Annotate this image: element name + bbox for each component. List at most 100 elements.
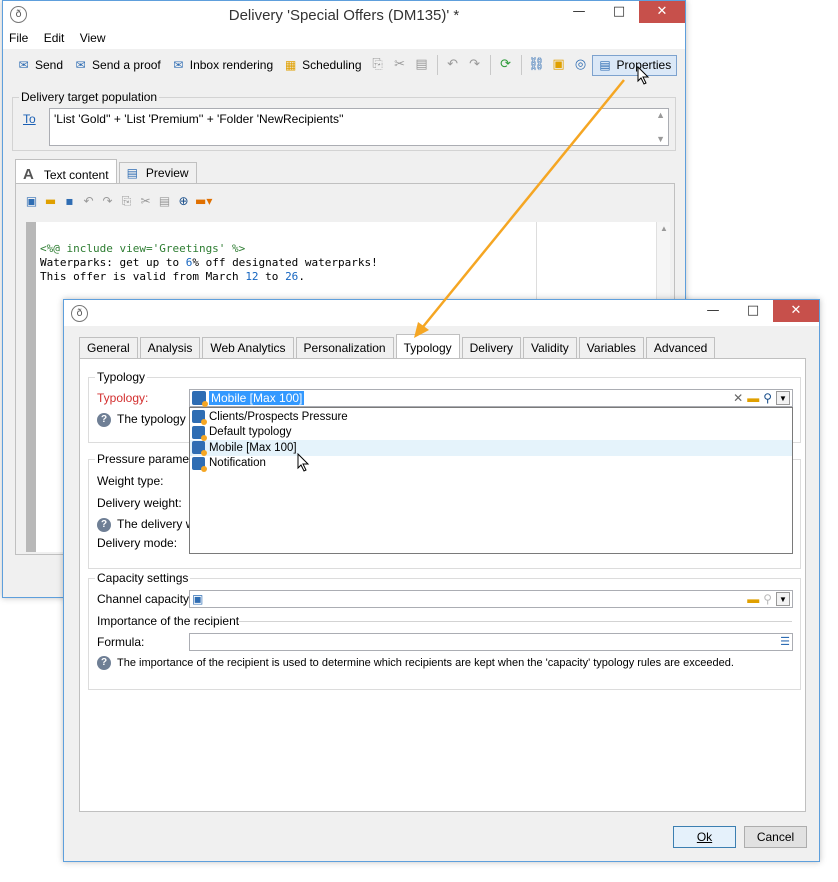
open-folder-icon[interactable]: ▬ <box>43 194 58 209</box>
paste-icon[interactable]: ▤ <box>411 54 433 76</box>
capacity-group: Capacity settings Channel capacity: ▣ ▬ … <box>88 571 801 690</box>
delivery-weight-label: Delivery weight: <box>97 496 182 510</box>
tracking-icon[interactable]: ◎ <box>570 54 592 76</box>
redo-icon[interactable]: ↷ <box>100 194 115 209</box>
copy-icon[interactable]: ⎘ <box>119 194 134 209</box>
maximize-icon[interactable]: □ <box>733 300 773 322</box>
chevron-down-icon[interactable]: ▼ <box>776 592 790 606</box>
typology-option[interactable]: Default typology <box>190 425 792 441</box>
tab-preview[interactable]: ▤ Preview <box>118 162 197 184</box>
help-icon: ? <box>97 655 111 670</box>
insert-dropdown-icon[interactable]: ▬▾ <box>195 194 212 209</box>
menu-edit[interactable]: Edit <box>38 29 71 47</box>
send-button[interactable]: ✉ Send <box>11 56 68 75</box>
editor-toolbar: ▣ ▬ ▪ ↶ ↷ ⎘ ✂ ▤ ⊕ ▬▾ <box>24 194 213 209</box>
target-value-field[interactable]: 'List 'Gold'' + 'List 'Premium'' + 'Fold… <box>49 108 669 146</box>
typology-option[interactable]: Mobile [Max 100] <box>190 440 792 457</box>
ok-button[interactable]: Ok <box>673 826 736 848</box>
link-icon[interactable]: ⛓ <box>526 54 548 76</box>
new-file-icon[interactable]: ▣ <box>24 194 39 209</box>
send-proof-label: Send a proof <box>92 58 161 72</box>
redo-icon[interactable]: ↷ <box>464 54 486 76</box>
copy-icon[interactable]: ⎘ <box>367 54 389 76</box>
toolbar-separator <box>489 55 491 75</box>
tab-text-content[interactable]: A Text content <box>15 159 117 185</box>
cut-icon[interactable]: ✂ <box>389 54 411 76</box>
properties-tabs: General Analysis Web Analytics Personali… <box>79 333 717 360</box>
refresh-icon[interactable]: ⟳ <box>495 54 517 76</box>
tab-text-content-label: Text content <box>43 168 109 182</box>
scroll-up-icon[interactable]: ▲ <box>660 224 668 233</box>
send-label: Send <box>35 58 64 72</box>
typology-icon <box>192 456 207 472</box>
typology-option[interactable]: Notification <box>190 456 792 472</box>
chevron-down-icon[interactable]: ▼ <box>776 391 790 405</box>
maximize-icon[interactable]: □ <box>599 1 639 23</box>
importance-help-text: The importance of the recipient is used … <box>117 657 734 669</box>
tab-personalization[interactable]: Personalization <box>295 337 394 359</box>
typology-field[interactable]: Mobile [Max 100] ✕ ▬ ⚲ ▼ <box>189 389 793 407</box>
find-binoculars-icon[interactable]: ⊕ <box>176 194 191 209</box>
save-icon[interactable]: ▪ <box>62 194 77 209</box>
typology-selected-value: Mobile [Max 100] <box>209 391 305 405</box>
minimize-icon[interactable]: — <box>559 1 599 23</box>
gift-icon[interactable]: ▣ <box>548 54 570 76</box>
scroll-down-icon[interactable]: ▼ <box>656 134 665 144</box>
cancel-button[interactable]: Cancel <box>744 826 807 848</box>
tab-general[interactable]: General <box>79 337 138 359</box>
menu-file[interactable]: File <box>3 29 34 47</box>
typology-option[interactable]: Clients/Prospects Pressure <box>190 409 792 426</box>
paste-icon[interactable]: ▤ <box>157 194 172 209</box>
properties-dialog: ð — □ ✕ General Analysis Web Analytics P… <box>63 299 820 862</box>
folder-icon[interactable]: ▬ <box>747 391 759 405</box>
title-bar: ð Delivery 'Special Offers (DM135)' * — … <box>3 1 685 29</box>
tab-typology[interactable]: Typology <box>395 334 460 360</box>
send-proof-button[interactable]: ✉ Send a proof <box>68 56 166 75</box>
capacity-icon: ▣ <box>192 592 204 606</box>
tab-web-analytics[interactable]: Web Analytics <box>202 337 294 359</box>
menu-view[interactable]: View <box>74 29 112 47</box>
scheduling-button[interactable]: ▦ Scheduling <box>278 56 366 75</box>
capacity-legend: Capacity settings <box>95 571 191 585</box>
content-tabs: A Text content ▤ Preview <box>15 158 199 185</box>
dialog-title-bar: ð — □ ✕ <box>64 300 819 326</box>
typology-icon <box>192 391 208 407</box>
typology-legend: Typology <box>95 370 148 384</box>
delivery-mode-label: Delivery mode: <box>97 536 178 550</box>
code-line-1: <%@ include view='Greetings' %> <box>40 242 246 255</box>
formula-field[interactable]: ☰ <box>189 633 793 651</box>
expression-editor-icon[interactable]: ☰ <box>780 635 790 648</box>
delivery-weight-help: ? The delivery we <box>97 517 201 532</box>
option-label: Default typology <box>209 426 292 439</box>
typology-dropdown-list[interactable]: Clients/Prospects Pressure Default typol… <box>189 407 793 554</box>
undo-icon[interactable]: ↶ <box>442 54 464 76</box>
option-label: Mobile [Max 100] <box>209 441 297 454</box>
inbox-rendering-button[interactable]: ✉ Inbox rendering <box>166 56 278 75</box>
search-icon[interactable]: ⚲ <box>763 592 772 606</box>
clear-icon[interactable]: ✕ <box>733 391 743 405</box>
typology-label: Typology: <box>97 391 149 405</box>
typology-help-text: The typology is <box>117 412 198 426</box>
folder-icon[interactable]: ▬ <box>747 592 759 606</box>
text-icon: A <box>23 166 34 183</box>
scroll-up-icon[interactable]: ▲ <box>656 110 665 120</box>
to-link[interactable]: To <box>23 112 36 126</box>
tab-variables[interactable]: Variables <box>578 337 644 359</box>
tab-advanced[interactable]: Advanced <box>645 337 716 359</box>
undo-icon[interactable]: ↶ <box>81 194 96 209</box>
search-icon[interactable]: ⚲ <box>763 391 772 405</box>
code-line-2-end: % off designated waterparks! <box>192 256 378 269</box>
tab-delivery[interactable]: Delivery <box>461 337 521 359</box>
mouse-cursor-icon <box>637 66 650 85</box>
minimize-icon[interactable]: — <box>693 300 733 322</box>
cut-icon[interactable]: ✂ <box>138 194 153 209</box>
menu-bar: File Edit View <box>3 29 685 49</box>
properties-button[interactable]: ▤ Properties <box>591 54 678 76</box>
app-icon: ð <box>71 305 88 322</box>
importance-divider <box>239 621 792 622</box>
close-icon[interactable]: ✕ <box>773 300 819 322</box>
channel-capacity-field[interactable]: ▣ ▬ ⚲ ▼ <box>189 590 793 608</box>
tab-validity[interactable]: Validity <box>522 337 577 359</box>
close-icon[interactable]: ✕ <box>639 1 685 23</box>
tab-analysis[interactable]: Analysis <box>139 337 201 359</box>
